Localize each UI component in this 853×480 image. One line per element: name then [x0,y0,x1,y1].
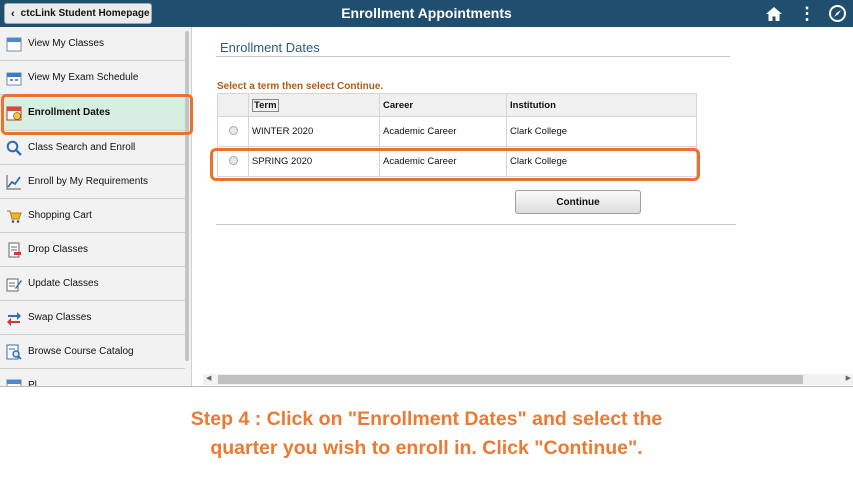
drop-document-icon [8,242,21,257]
swap-arrows-icon [7,311,21,326]
sidebar-item-shopping-cart[interactable]: Shopping Cart [0,199,185,233]
career-cell: Academic Career [379,116,507,147]
caption-line-1: Step 4 : Click on "Enrollment Dates" and… [190,407,663,430]
kebab-menu-icon[interactable]: ⋮ [796,0,818,27]
divider [216,56,730,57]
continue-button[interactable]: Continue [515,190,641,214]
main-content: Enrollment Dates Select a term then sele… [193,27,853,386]
back-button-label: ctcLink Student Homepage [20,8,150,19]
sidebar-item-browse-course-catalog[interactable]: Browse Course Catalog [0,335,185,369]
divider [216,224,736,225]
table-header-row: Term Career Institution [217,93,697,117]
sidebar-item-enroll-by-my-requirements[interactable]: Enroll by My Requirements [0,165,185,199]
chevron-left-icon: ‹ [11,7,15,20]
back-to-homepage-button[interactable]: ‹ ctcLink Student Homepage [4,3,152,24]
sidebar-scrollbar[interactable] [185,31,189,361]
navbar-compass-icon[interactable] [826,0,848,27]
sidebar-item-label: Update Classes [28,278,99,289]
radio-button[interactable] [228,125,238,135]
top-header-bar: ‹ ctcLink Student Homepage Enrollment Ap… [0,0,853,27]
sidebar-item-label: Class Search and Enroll [28,142,136,153]
sidebar-item-label: View My Exam Schedule [28,72,139,83]
planner-icon [6,379,22,386]
sidebar-nav: View My Classes View My Exam Schedule En… [0,27,192,386]
sidebar-item-drop-classes[interactable]: Drop Classes [0,233,185,267]
sidebar-item-class-search-and-enroll[interactable]: Class Search and Enroll [0,131,185,165]
institution-cell: Clark College [506,116,697,147]
scroll-right-icon[interactable]: ▶ [846,374,851,382]
catalog-search-icon [6,344,22,360]
instruction-caption: Step 4 : Click on "Enrollment Dates" and… [0,386,853,480]
sidebar-item-view-my-classes[interactable]: View My Classes [0,27,185,61]
column-header-career: Career [379,93,507,117]
sidebar-item-label: Enroll by My Requirements [28,176,149,187]
caption-line-2: quarter you wish to enroll in. Click "Co… [210,436,643,459]
sidebar-item-label: Shopping Cart [28,210,92,221]
scroll-left-icon[interactable]: ◀ [206,374,211,382]
search-icon [6,140,22,156]
sidebar-item-update-classes[interactable]: Update Classes [0,267,185,301]
sidebar-item-label: Swap Classes [28,312,92,323]
sidebar-item-label: Browse Course Catalog [28,346,134,357]
calendar-icon [6,37,22,51]
edit-document-icon [6,278,22,291]
enrollment-dates-highlight [1,94,193,135]
chart-line-icon [6,174,21,189]
spring-row-highlight [210,148,700,181]
sidebar-item-label: View My Classes [28,38,104,49]
table-row[interactable]: WINTER 2020 Academic Career Clark Colleg… [217,116,697,147]
radio-column-header [217,93,249,117]
sidebar-item-planner[interactable]: Pl [0,369,185,386]
term-cell: WINTER 2020 [248,116,380,147]
section-title: Enrollment Dates [220,40,320,55]
home-icon[interactable] [760,0,788,27]
horizontal-scrollbar[interactable]: ◀ ▶ [203,374,853,385]
instruction-text: Select a term then select Continue. [217,81,384,92]
sidebar-item-swap-classes[interactable]: Swap Classes [0,301,185,335]
sidebar-item-label: Drop Classes [28,244,89,255]
column-header-institution: Institution [506,93,697,117]
app-window: ‹ ctcLink Student Homepage Enrollment Ap… [0,0,853,480]
scrollbar-thumb[interactable] [218,375,803,384]
shopping-cart-icon [7,210,22,223]
sidebar-item-view-my-exam-schedule[interactable]: View My Exam Schedule [0,61,185,95]
term-radio-winter[interactable] [217,116,249,147]
column-header-term[interactable]: Term [248,93,380,117]
exam-calendar-icon [6,72,22,85]
